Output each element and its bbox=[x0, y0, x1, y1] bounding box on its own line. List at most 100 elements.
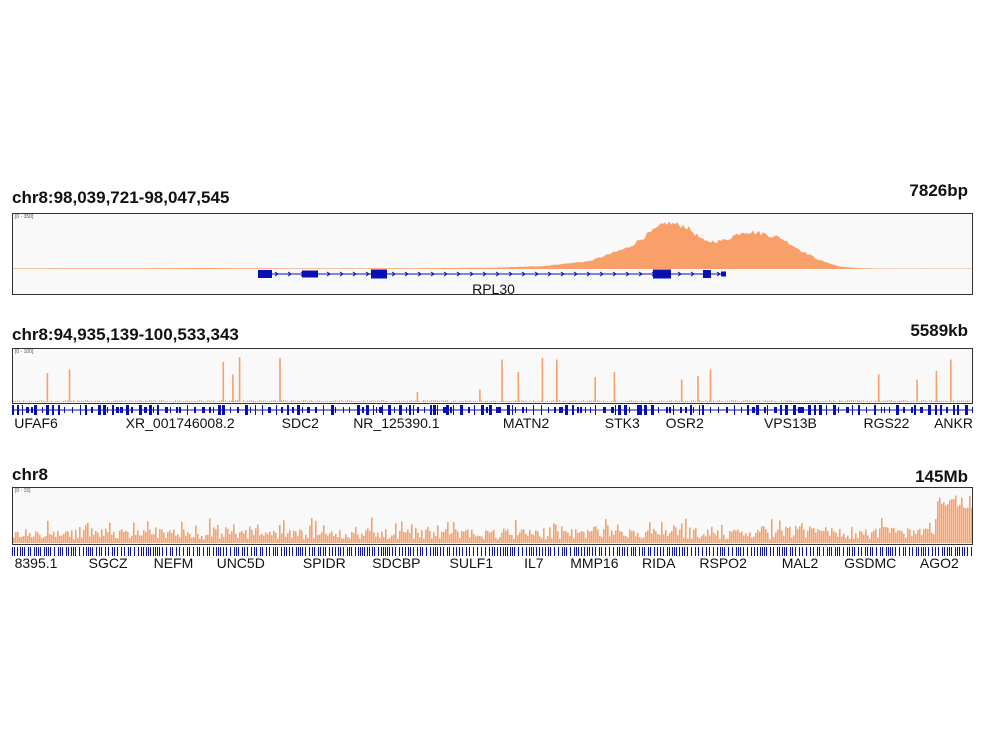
background-bar bbox=[337, 401, 339, 402]
gene-block bbox=[202, 407, 205, 413]
gene-block bbox=[673, 405, 674, 415]
peak-bar bbox=[541, 358, 544, 402]
gene-block bbox=[658, 407, 659, 413]
gene-block bbox=[22, 405, 23, 415]
background-bar bbox=[617, 401, 619, 402]
gene-block bbox=[315, 407, 317, 413]
background-bar bbox=[575, 400, 577, 402]
coverage-bar bbox=[89, 536, 91, 543]
gene-label: XR_001746008.2 bbox=[125, 415, 235, 431]
coverage-bar bbox=[549, 527, 551, 543]
background-bar bbox=[799, 401, 801, 402]
background-bar bbox=[267, 401, 269, 402]
coverage-bar bbox=[371, 517, 373, 543]
gene-block bbox=[611, 407, 614, 413]
background-bar bbox=[633, 400, 635, 402]
coverage-bar bbox=[665, 530, 667, 543]
background-bar bbox=[777, 401, 779, 402]
coverage-bar bbox=[711, 526, 713, 543]
coverage-bar bbox=[761, 526, 763, 543]
coverage-bar bbox=[955, 495, 957, 543]
background-bar bbox=[641, 400, 643, 402]
gene-block bbox=[548, 407, 549, 413]
coverage-bar bbox=[755, 532, 757, 543]
background-bar bbox=[351, 400, 353, 402]
coverage-bar bbox=[533, 535, 535, 543]
coverage-bar bbox=[781, 530, 783, 543]
coverage-bar bbox=[283, 520, 285, 543]
peak-bar bbox=[709, 369, 712, 402]
background-bar bbox=[435, 400, 437, 402]
coverage-bar bbox=[519, 532, 521, 543]
coverage-bar bbox=[115, 538, 117, 543]
background-bar bbox=[99, 400, 101, 402]
background-bar bbox=[173, 400, 175, 402]
gene-block bbox=[52, 405, 54, 415]
coverage-bar bbox=[769, 539, 771, 543]
coverage-bar bbox=[455, 529, 457, 543]
background-bar bbox=[551, 400, 553, 402]
coverage-bar bbox=[763, 526, 765, 543]
background-bar bbox=[539, 401, 541, 402]
background-bar bbox=[59, 401, 61, 402]
panel-3-region-label: chr8 bbox=[12, 465, 48, 484]
coverage-bar bbox=[131, 536, 133, 543]
background-bar bbox=[857, 400, 859, 402]
background-bar bbox=[469, 400, 471, 402]
background-bar bbox=[51, 400, 53, 402]
gene-block bbox=[153, 407, 154, 413]
gene-block bbox=[920, 407, 923, 413]
background-bar bbox=[953, 400, 955, 402]
coverage-bar bbox=[195, 525, 197, 543]
background-bar bbox=[929, 400, 931, 402]
coverage-bar bbox=[357, 534, 359, 543]
coverage-bar bbox=[577, 533, 579, 543]
coverage-bar bbox=[587, 530, 589, 543]
coverage-bar bbox=[685, 518, 687, 543]
gene-block bbox=[357, 405, 360, 415]
background-bar bbox=[407, 400, 409, 402]
gene-block bbox=[144, 407, 147, 413]
background-bar bbox=[29, 400, 31, 402]
background-bar bbox=[659, 401, 661, 402]
background-bar bbox=[323, 401, 325, 402]
background-bar bbox=[693, 400, 695, 402]
gene-block bbox=[507, 405, 510, 415]
coverage-bar bbox=[613, 534, 615, 543]
coverage-bar bbox=[71, 530, 73, 543]
background-bar bbox=[13, 400, 15, 402]
gene-block bbox=[297, 405, 300, 415]
background-bar bbox=[955, 401, 957, 402]
background-bar bbox=[757, 400, 759, 402]
background-bar bbox=[569, 400, 571, 402]
background-bar bbox=[349, 400, 351, 402]
coverage-bar bbox=[837, 536, 839, 543]
background-bar bbox=[637, 401, 639, 402]
coverage-bar bbox=[391, 535, 393, 543]
coverage-bar bbox=[615, 530, 617, 543]
background-bar bbox=[457, 401, 459, 402]
coverage-bar bbox=[553, 523, 555, 543]
gene-block bbox=[194, 407, 196, 413]
coverage-bar bbox=[447, 522, 449, 543]
peak-bar bbox=[680, 379, 683, 402]
gene-exon bbox=[721, 271, 726, 277]
gene-block bbox=[388, 405, 391, 415]
coverage-bar bbox=[389, 537, 391, 543]
background-bar bbox=[529, 400, 531, 402]
gene-block bbox=[914, 405, 916, 415]
coverage-bar bbox=[941, 503, 943, 543]
coverage-bar bbox=[223, 536, 225, 543]
coverage-bar bbox=[585, 538, 587, 543]
background-bar bbox=[813, 401, 815, 402]
background-bar bbox=[117, 400, 119, 402]
background-bar bbox=[145, 400, 147, 402]
background-bar bbox=[27, 401, 29, 402]
coverage-bar bbox=[797, 529, 799, 543]
coverage-bar bbox=[479, 536, 481, 543]
background-bar bbox=[841, 400, 843, 402]
gene-block bbox=[826, 405, 827, 415]
background-bar bbox=[201, 400, 203, 402]
gene-block bbox=[629, 407, 630, 413]
panel-1-span-label: 7826bp bbox=[909, 181, 968, 200]
